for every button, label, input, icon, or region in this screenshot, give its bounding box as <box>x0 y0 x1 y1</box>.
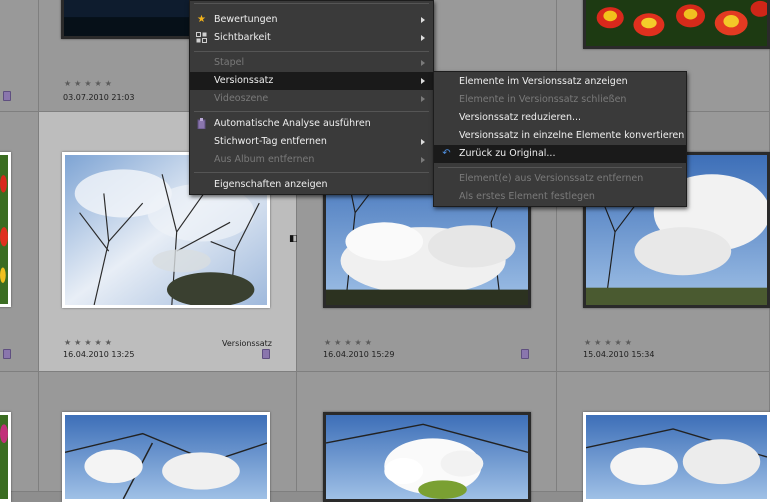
menu-item-stack: Stapel <box>190 54 433 72</box>
submenu-item-show-elements[interactable]: Elemente im Versionssatz anzeigen <box>434 73 686 91</box>
photo-thumbnail[interactable] <box>0 412 11 502</box>
photo-thumbnail[interactable] <box>583 0 770 49</box>
grid-cell[interactable] <box>0 0 39 112</box>
menu-separator <box>194 172 429 173</box>
photo-thumbnail[interactable] <box>323 412 531 502</box>
menu-item-visibility[interactable]: Sichtbarkeit <box>190 29 433 47</box>
submenu-item-convert-to-elements[interactable]: Versionssatz in einzelne Elemente konver… <box>434 127 686 145</box>
rating-stars[interactable]: ★★★★★ <box>64 79 115 88</box>
menu-item-remove-from-album: Aus Album entfernen <box>190 151 433 169</box>
submenu-arrow-icon <box>421 17 425 23</box>
submenu-item-revert-to-original[interactable]: ↶ Zurück zu Original... <box>434 145 686 163</box>
photo-date: 03.07.2010 21:03 <box>63 93 135 102</box>
submenu-item-set-as-first: Als erstes Element festlegen <box>459 191 595 202</box>
submenu-item-reduce-version-set[interactable]: Versionssatz reduzieren... <box>434 109 686 127</box>
visibility-icon <box>196 32 207 43</box>
photo-date: 16.04.2010 15:29 <box>323 350 395 359</box>
version-set-submenu: Elemente im Versionssatz anzeigen Elemen… <box>433 71 687 207</box>
version-set-label: Versionssatz <box>222 339 272 348</box>
menu-item-remove-keyword-tag[interactable]: Stichwort-Tag entfernen <box>190 133 433 151</box>
star-icon: ★ <box>197 14 206 25</box>
grid-cell[interactable] <box>557 372 770 502</box>
menu-item-show-properties[interactable]: Eigenschaften anzeigen <box>190 176 433 194</box>
version-set-icon[interactable] <box>521 349 529 359</box>
menu-separator <box>438 167 682 168</box>
revert-arrow-icon: ↶ <box>442 148 451 159</box>
menu-separator <box>194 51 429 52</box>
grid-cell[interactable] <box>0 372 39 502</box>
submenu-arrow-icon <box>421 96 425 102</box>
photo-thumbnail[interactable] <box>0 152 11 307</box>
menu-separator <box>194 111 429 112</box>
menu-item-auto-analysis[interactable]: Automatische Analyse ausführen <box>190 115 433 133</box>
version-set-icon[interactable] <box>3 349 11 359</box>
menu-separator <box>194 3 429 4</box>
submenu-item-remove-from-version-set: Element(e) aus Versionssatz entfernen <box>459 173 644 184</box>
photo-date: 15.04.2010 15:34 <box>583 350 655 359</box>
rating-stars[interactable]: ★★★★★ <box>584 338 635 347</box>
menu-item-version-set[interactable]: Versionssatz <box>190 72 433 90</box>
version-set-icon[interactable] <box>262 349 270 359</box>
rating-stars[interactable]: ★★★★★ <box>64 338 115 347</box>
menu-item-video-scene: Videoszene <box>190 90 433 108</box>
photo-thumbnail[interactable] <box>62 412 270 502</box>
submenu-arrow-icon <box>421 35 425 41</box>
submenu-item-close-elements: Elemente in Versionssatz schließen <box>459 94 627 105</box>
photo-thumbnail[interactable] <box>583 412 770 502</box>
version-set-icon[interactable] <box>3 91 11 101</box>
grid-cell[interactable] <box>0 112 39 372</box>
photo-date: 16.04.2010 13:25 <box>63 350 135 359</box>
submenu-arrow-icon <box>421 78 425 84</box>
grid-cell[interactable] <box>39 372 297 502</box>
submenu-arrow-icon <box>421 157 425 163</box>
submenu-arrow-icon <box>421 60 425 66</box>
context-menu: ★ Bewertungen Sichtbarkeit Stapel Versio… <box>189 0 434 195</box>
rating-stars[interactable]: ★★★★★ <box>324 338 375 347</box>
submenu-arrow-icon <box>421 139 425 145</box>
menu-item-ratings[interactable]: ★ Bewertungen <box>190 11 433 29</box>
analysis-icon <box>196 118 207 130</box>
grid-cell[interactable] <box>297 372 557 502</box>
